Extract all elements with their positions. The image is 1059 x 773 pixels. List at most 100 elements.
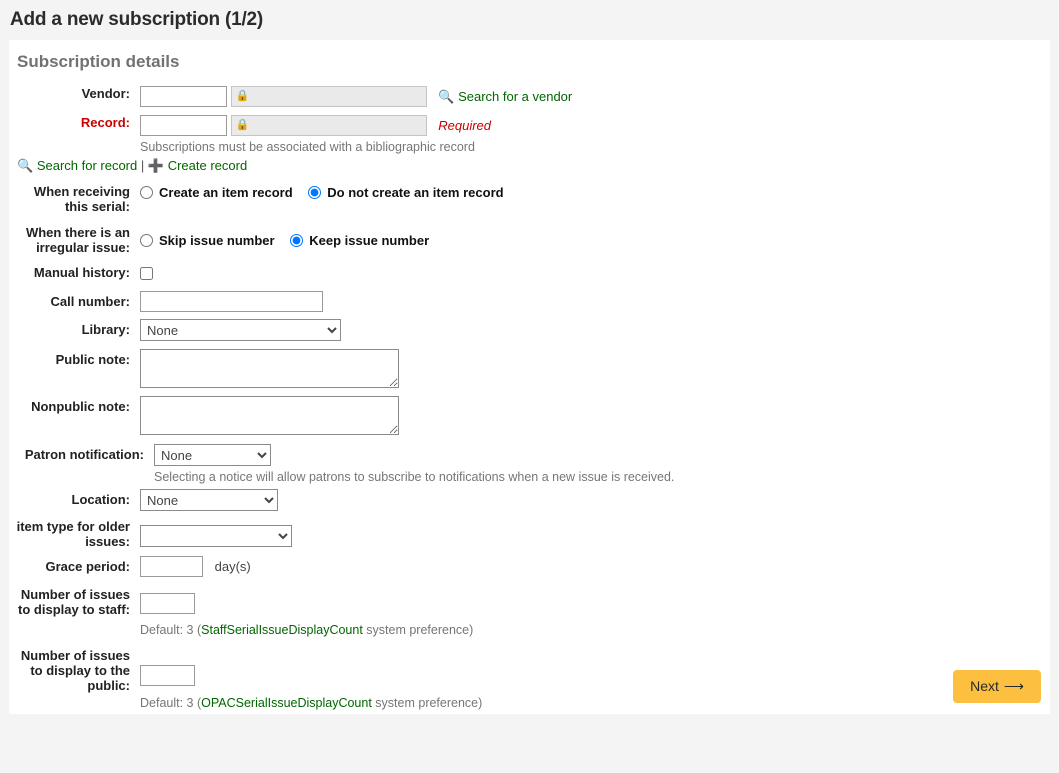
issues-public-label: Number of issues to display to the publi… — [9, 647, 140, 693]
radio-keep-issue-number[interactable]: Keep issue number — [290, 233, 429, 248]
row-patron-notification: Patron notification: None Selecting a no… — [9, 444, 1050, 485]
vendor-name-input[interactable] — [231, 86, 427, 107]
row-public-note: Public note: — [9, 349, 1050, 391]
search-icon: 🔍 — [17, 158, 33, 174]
receiving-serial-label: When receiving this serial: — [9, 183, 140, 214]
radio-skip-issue-number-input[interactable] — [140, 234, 153, 247]
row-receiving-serial: When receiving this serial: Create an it… — [9, 183, 1050, 214]
grace-period-field: day(s) — [140, 556, 1050, 577]
create-record-link[interactable]: ➕ Create record — [148, 158, 247, 173]
issues-public-hint-prefix: Default: 3 ( — [140, 696, 201, 710]
irregular-issue-label: When there is an irregular issue: — [9, 224, 140, 255]
item-type-older-issues-label: item type for older issues: — [9, 518, 140, 549]
radio-skip-issue-number[interactable]: Skip issue number — [140, 233, 275, 248]
nonpublic-note-label: Nonpublic note: — [9, 396, 140, 414]
issues-public-hint-suffix: system preference) — [372, 696, 482, 710]
row-vendor: Vendor: 🔒 🔍 Search for a vendor — [9, 86, 1050, 107]
page-title: Add a new subscription (1/2) — [10, 9, 1059, 31]
public-note-label: Public note: — [9, 349, 140, 367]
public-note-textarea[interactable] — [140, 349, 399, 388]
issues-staff-hint-suffix: system preference) — [363, 623, 473, 637]
manual-history-label: Manual history: — [9, 265, 140, 280]
patron-notification-label: Patron notification: — [9, 444, 154, 462]
nonpublic-note-field — [140, 396, 1050, 438]
manual-history-checkbox[interactable] — [140, 267, 153, 280]
call-number-label: Call number: — [9, 291, 140, 309]
create-record-label: Create record — [168, 158, 247, 173]
radio-create-item-record[interactable]: Create an item record — [140, 185, 293, 200]
patron-notification-select[interactable]: None — [154, 444, 271, 466]
radio-create-item-record-input[interactable] — [140, 186, 153, 199]
location-select[interactable]: None — [140, 489, 278, 511]
issues-public-input[interactable] — [140, 665, 195, 686]
search-vendor-link[interactable]: 🔍 Search for a vendor — [438, 89, 572, 104]
issues-public-field: Default: 3 (OPACSerialIssueDisplayCount … — [140, 647, 1050, 711]
search-icon: 🔍 — [438, 89, 454, 105]
record-title-input[interactable] — [231, 115, 427, 136]
section-heading: Subscription details — [9, 40, 1050, 72]
manual-history-field — [140, 265, 1050, 280]
patron-notification-field: None Selecting a notice will allow patro… — [154, 444, 1050, 485]
library-select[interactable]: None — [140, 319, 341, 341]
radio-keep-issue-number-label: Keep issue number — [309, 233, 429, 248]
radio-no-item-record[interactable]: Do not create an item record — [308, 185, 503, 200]
grace-period-label: Grace period: — [9, 556, 140, 574]
library-field: None — [140, 319, 1050, 341]
record-required-text: Required — [438, 118, 491, 133]
nonpublic-note-textarea[interactable] — [140, 396, 399, 435]
issues-staff-hint: Default: 3 (StaffSerialIssueDisplayCount… — [140, 622, 1050, 638]
row-nonpublic-note: Nonpublic note: — [9, 396, 1050, 438]
plus-icon: ➕ — [148, 158, 164, 174]
subscription-details-card: Subscription details Vendor: 🔒 🔍 Search … — [9, 40, 1050, 714]
arrow-right-icon: ⟶ — [1004, 678, 1024, 694]
issues-staff-label: Number of issues to display to staff: — [9, 586, 140, 617]
row-manual-history: Manual history: — [9, 265, 1050, 280]
receiving-serial-options: Create an item record Do not create an i… — [140, 183, 1050, 202]
next-button-label: Next — [970, 678, 999, 694]
location-label: Location: — [9, 489, 140, 507]
search-record-link[interactable]: 🔍 Search for record — [17, 158, 141, 173]
public-note-field — [140, 349, 1050, 391]
search-vendor-label: Search for a vendor — [458, 89, 572, 104]
radio-no-item-record-input[interactable] — [308, 186, 321, 199]
row-irregular-issue: When there is an irregular issue: Skip i… — [9, 224, 1050, 255]
radio-create-item-record-label: Create an item record — [159, 185, 293, 200]
row-call-number: Call number: — [9, 291, 1050, 312]
record-actions-separator: | — [141, 158, 144, 173]
record-field-group: 🔒 Required Subscriptions must be associa… — [140, 115, 1050, 155]
row-location: Location: None — [9, 489, 1050, 511]
call-number-input[interactable] — [140, 291, 323, 312]
row-issues-public: Number of issues to display to the publi… — [9, 647, 1050, 711]
record-locked-wrapper: 🔒 — [231, 115, 427, 136]
patron-notification-hint: Selecting a notice will allow patrons to… — [154, 469, 1050, 485]
staff-serial-pref-link[interactable]: StaffSerialIssueDisplayCount — [201, 623, 363, 637]
opac-serial-pref-link[interactable]: OPACSerialIssueDisplayCount — [201, 696, 372, 710]
record-actions: 🔍 Search for record | ➕ Create record — [17, 158, 1050, 174]
grace-period-input[interactable] — [140, 556, 203, 577]
irregular-issue-options: Skip issue number Keep issue number — [140, 224, 1050, 250]
issues-public-hint: Default: 3 (OPACSerialIssueDisplayCount … — [140, 695, 1050, 711]
record-label: Record: — [9, 115, 140, 130]
row-record: Record: 🔒 Required Subscriptions must be… — [9, 115, 1050, 155]
item-type-older-issues-select[interactable] — [140, 525, 292, 547]
issues-staff-input[interactable] — [140, 593, 195, 614]
form-rows: Vendor: 🔒 🔍 Search for a vendor Record: … — [9, 86, 1050, 711]
library-label: Library: — [9, 319, 140, 337]
issues-staff-hint-prefix: Default: 3 ( — [140, 623, 201, 637]
row-grace-period: Grace period: day(s) — [9, 556, 1050, 577]
row-issues-staff: Number of issues to display to staff: De… — [9, 586, 1050, 638]
item-type-older-issues-field — [140, 518, 1050, 547]
grace-period-unit: day(s) — [215, 559, 251, 574]
vendor-label: Vendor: — [9, 86, 140, 101]
vendor-field-group: 🔒 🔍 Search for a vendor — [140, 86, 1050, 107]
search-record-label: Search for record — [37, 158, 137, 173]
row-item-type-older-issues: item type for older issues: — [9, 518, 1050, 549]
vendor-id-input[interactable] — [140, 86, 227, 107]
radio-no-item-record-label: Do not create an item record — [327, 185, 503, 200]
call-number-field — [140, 291, 1050, 312]
record-id-input[interactable] — [140, 115, 227, 136]
next-button[interactable]: Next ⟶ — [953, 670, 1041, 703]
radio-keep-issue-number-input[interactable] — [290, 234, 303, 247]
record-hint: Subscriptions must be associated with a … — [140, 139, 1050, 155]
row-library: Library: None — [9, 319, 1050, 341]
